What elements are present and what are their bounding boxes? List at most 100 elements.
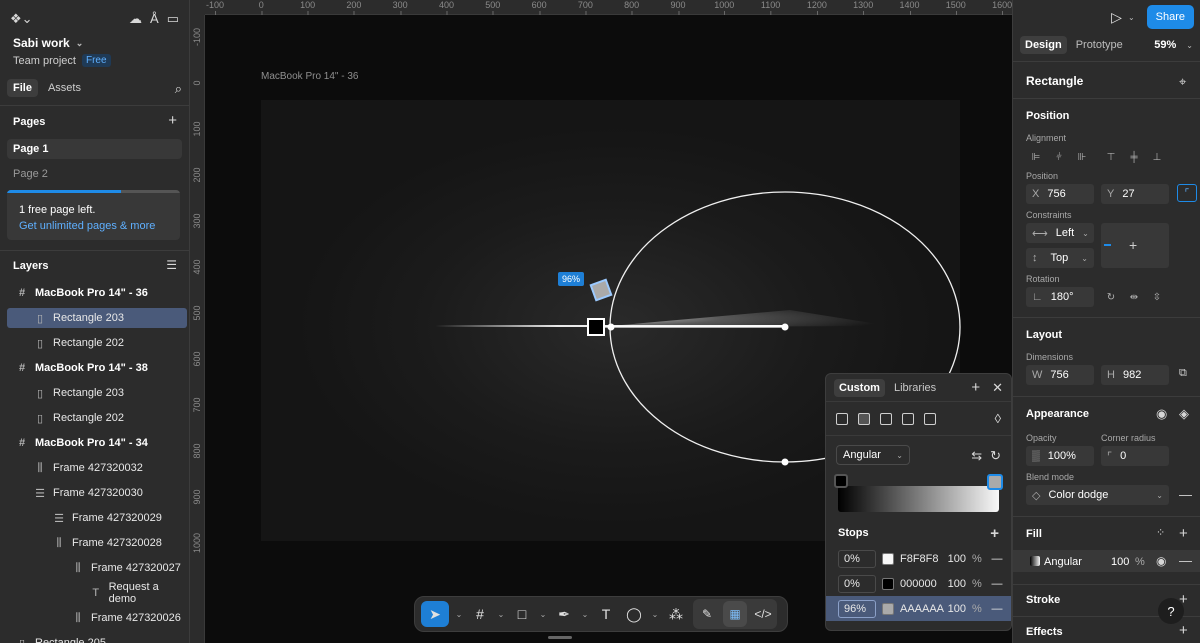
stop-row[interactable]: 0% F8F8F8 100% —: [826, 546, 1011, 571]
align-right-icon[interactable]: ⊪: [1072, 148, 1092, 166]
page-item-1[interactable]: Page 1: [7, 139, 182, 159]
styles-grid-icon[interactable]: ⁘: [1156, 526, 1165, 539]
layer-row[interactable]: # MacBook Pro 14" - 36: [7, 283, 187, 303]
layer-row[interactable]: ▯ Rectangle 202: [7, 408, 187, 428]
rectangle-tool-icon[interactable]: □: [511, 601, 533, 627]
ai-icon[interactable]: Å: [150, 12, 159, 25]
tab-assets[interactable]: Assets: [42, 79, 87, 97]
constraint-widget[interactable]: +: [1101, 223, 1169, 268]
stop-opacity[interactable]: 100: [944, 578, 966, 590]
layer-row[interactable]: T Request a demo: [7, 581, 187, 605]
align-left-icon[interactable]: ⊫: [1026, 148, 1046, 166]
add-fill-icon[interactable]: +: [1179, 525, 1188, 542]
stop-hex[interactable]: F8F8F8: [900, 553, 939, 565]
page-item-2[interactable]: Page 2: [7, 164, 182, 184]
pattern-paint-icon[interactable]: [880, 412, 892, 425]
add-style-icon[interactable]: +: [971, 380, 980, 395]
tab-custom[interactable]: Custom: [834, 378, 885, 397]
layer-row[interactable]: ▯ Rectangle 205: [7, 633, 187, 643]
height-field[interactable]: H 982: [1101, 365, 1169, 385]
stop-position[interactable]: 0%: [838, 549, 876, 568]
gradient-type-select[interactable]: Angular ⌄: [836, 445, 910, 465]
resize-to-fit-icon[interactable]: ⧉: [1179, 367, 1187, 380]
constrain-proportions-icon[interactable]: ⌜: [1177, 184, 1197, 202]
x-field[interactable]: X 756: [1026, 184, 1094, 204]
chevron-down-icon[interactable]: ⌄: [1186, 41, 1193, 50]
gradient-stop-handle[interactable]: [834, 474, 848, 488]
add-effect-icon[interactable]: +: [1179, 622, 1188, 639]
chevron-down-icon[interactable]: ⌄: [1128, 13, 1135, 22]
rotate-gradient-icon[interactable]: ↻: [990, 449, 1001, 462]
figma-menu-icon[interactable]: ❖⌄: [10, 12, 33, 25]
stop-opacity[interactable]: 100: [944, 603, 966, 615]
rotate-90-icon[interactable]: ↻: [1101, 288, 1121, 306]
close-icon[interactable]: ✕: [992, 381, 1003, 394]
layer-row[interactable]: ▯ Rectangle 202: [7, 333, 187, 353]
tab-prototype[interactable]: Prototype: [1071, 36, 1128, 54]
dev-mode-icon[interactable]: </>: [751, 601, 775, 627]
fill-opacity-value[interactable]: 100: [1111, 556, 1129, 568]
fill-swatch[interactable]: [1030, 556, 1040, 566]
stop-swatch[interactable]: [882, 577, 894, 590]
chevron-down-icon[interactable]: ⌄: [455, 601, 463, 627]
tab-libraries[interactable]: Libraries: [889, 379, 941, 397]
help-button[interactable]: ?: [1158, 598, 1184, 624]
chevron-down-icon[interactable]: ⌄: [651, 601, 659, 627]
move-tool-icon[interactable]: ➤: [421, 601, 449, 627]
stop-swatch[interactable]: [882, 602, 894, 615]
drop-icon[interactable]: ◈: [1179, 406, 1189, 422]
layer-row[interactable]: # MacBook Pro 14" - 38: [7, 358, 187, 378]
actions-icon[interactable]: ⁂: [665, 601, 687, 627]
layer-row[interactable]: ☰ Frame 427320029: [7, 508, 187, 528]
stop-swatch[interactable]: [882, 552, 894, 565]
layer-row[interactable]: ☰ Frame 427320030: [7, 483, 187, 503]
align-vcenter-icon[interactable]: ╪: [1124, 148, 1144, 166]
remove-stop-icon[interactable]: —: [990, 578, 1004, 590]
gradient-stop-handle-selected[interactable]: [987, 474, 1003, 490]
layer-row[interactable]: ⫼ Frame 427320027: [7, 558, 187, 578]
stop-row[interactable]: 0% 000000 100% —: [826, 571, 1011, 596]
text-tool-icon[interactable]: T: [595, 601, 617, 627]
stop-opacity[interactable]: 100: [944, 553, 966, 565]
y-field[interactable]: Y 27: [1101, 184, 1169, 204]
add-page-icon[interactable]: +: [168, 112, 177, 129]
minus-icon[interactable]: —: [1179, 487, 1192, 502]
gradient-bar[interactable]: [838, 486, 999, 512]
eye-icon[interactable]: ◉: [1156, 554, 1166, 568]
frame-tool-icon[interactable]: #: [469, 601, 491, 627]
align-hcenter-icon[interactable]: ⫩: [1049, 148, 1069, 166]
layer-row[interactable]: ⫼ Frame 427320026: [7, 608, 187, 628]
stop-hex[interactable]: 000000: [900, 578, 938, 590]
stop-position[interactable]: 96%: [838, 599, 876, 618]
sidebar-toggle-icon[interactable]: ▭: [167, 12, 179, 25]
draw-mode-icon[interactable]: ✎: [695, 601, 719, 627]
blend-mode-select[interactable]: ◇ Color dodge ⌄: [1026, 485, 1169, 505]
constraint-horizontal[interactable]: ⟷ Left ⌄: [1026, 223, 1094, 243]
layer-row[interactable]: ⫼ Frame 427320028: [7, 533, 187, 553]
eye-icon[interactable]: ◉: [1156, 406, 1167, 422]
file-name-row[interactable]: Sabi work ⌄: [0, 36, 189, 50]
chevron-down-icon[interactable]: ⌄: [581, 601, 589, 627]
image-paint-icon[interactable]: [902, 412, 914, 425]
layer-row[interactable]: ⫼ Frame 427320032: [7, 458, 187, 478]
present-play-icon[interactable]: ▷: [1111, 9, 1122, 26]
gradient-editor[interactable]: [834, 474, 1003, 520]
search-icon[interactable]: ⌕: [175, 82, 182, 95]
layers-list-icon[interactable]: ☰: [166, 258, 177, 272]
gradient-paint-icon[interactable]: [858, 412, 870, 425]
chevron-down-icon[interactable]: ⌄: [497, 601, 505, 627]
align-top-icon[interactable]: ⊤: [1101, 148, 1121, 166]
solid-paint-icon[interactable]: [836, 412, 848, 425]
flip-horizontal-icon[interactable]: ⇹: [1124, 288, 1144, 306]
flip-vertical-icon[interactable]: ⇳: [1147, 288, 1167, 306]
design-mode-icon[interactable]: ▦: [723, 601, 747, 627]
align-bottom-icon[interactable]: ⊥: [1147, 148, 1167, 166]
chevron-down-icon[interactable]: ⌄: [539, 601, 547, 627]
constraint-vertical[interactable]: ↕ Top ⌄: [1026, 248, 1094, 268]
fill-row[interactable]: [1013, 550, 1200, 572]
layer-row[interactable]: ▯ Rectangle 203: [7, 308, 187, 328]
share-button[interactable]: Share: [1146, 5, 1194, 29]
chevron-down-icon[interactable]: ⌄: [76, 38, 84, 49]
video-paint-icon[interactable]: [924, 412, 936, 425]
flip-gradient-icon[interactable]: ⇆: [971, 449, 982, 462]
